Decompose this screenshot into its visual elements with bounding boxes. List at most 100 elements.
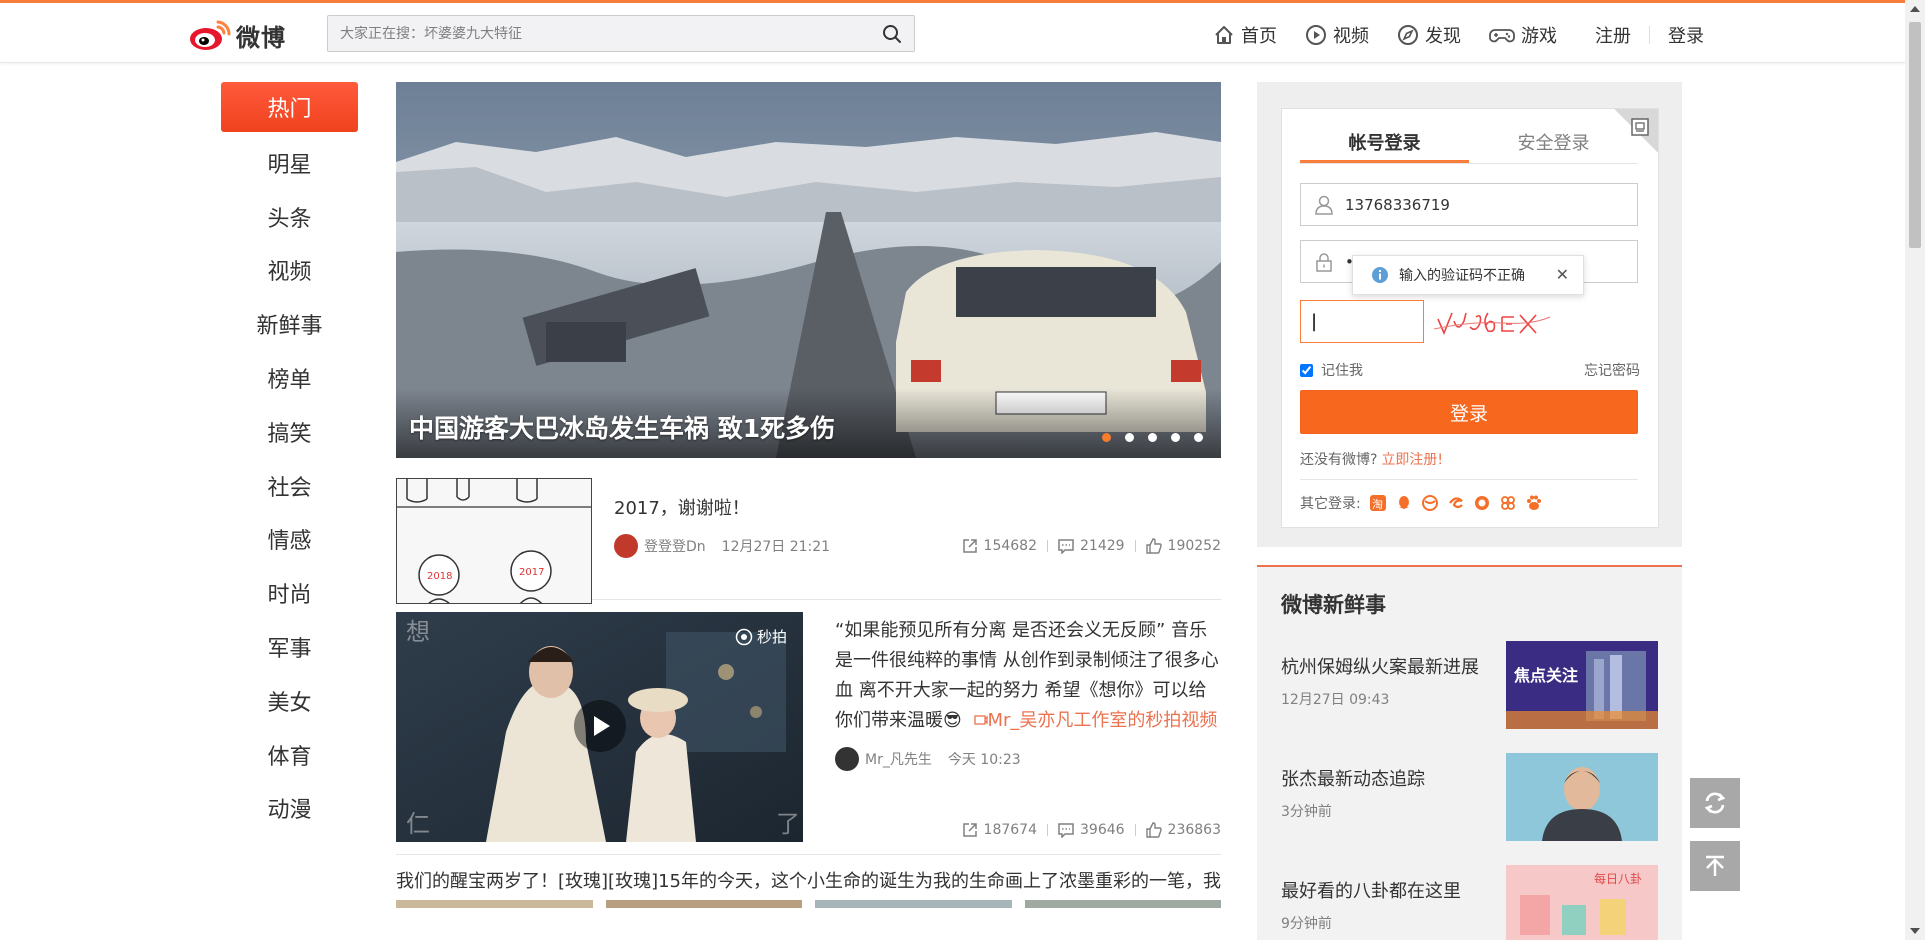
tianyi-icon[interactable]: [1447, 494, 1465, 512]
search-icon[interactable]: [882, 24, 902, 44]
strip-image[interactable]: [1024, 900, 1221, 908]
forgot-password-link[interactable]: 忘记密码: [1584, 360, 1640, 380]
author-name[interactable]: Mr_凡先生: [865, 749, 932, 769]
captcha-input[interactable]: [1301, 301, 1423, 342]
search-input[interactable]: [328, 16, 858, 51]
error-tooltip: 输入的验证码不正确 ✕: [1352, 255, 1584, 295]
leftnav-item-anime[interactable]: 动漫: [221, 782, 358, 836]
scroll-up-arrow[interactable]: [1910, 6, 1920, 12]
close-icon[interactable]: ✕: [1556, 265, 1569, 284]
taobao-icon[interactable]: 淘: [1369, 494, 1387, 512]
hero-title[interactable]: 中国游客大巴冰岛发生车祸 致1死多伤: [409, 409, 835, 445]
unicom-icon[interactable]: [1499, 494, 1517, 512]
register-link[interactable]: 立即注册!: [1381, 452, 1443, 468]
news-item[interactable]: 杭州保姆纵火案最新进展 12月27日 09:43 焦点关注: [1281, 633, 1658, 745]
post-time: 12月27日 21:21: [721, 539, 831, 555]
strip-image[interactable]: [396, 900, 593, 908]
video-thumbnail[interactable]: 想 仁 了 秒拍: [396, 612, 803, 842]
remember-me[interactable]: 记住我: [1300, 360, 1363, 380]
leftnav-item-hot[interactable]: 热门: [221, 82, 358, 132]
leftnav-item-society[interactable]: 社会: [221, 459, 358, 513]
leftnav-item-fashion[interactable]: 时尚: [221, 566, 358, 620]
nav-discover[interactable]: 发现: [1397, 22, 1461, 48]
compass-icon: [1398, 25, 1418, 45]
news-item-image[interactable]: 每日八卦: [1506, 865, 1658, 940]
like-stat[interactable]: 190252: [1145, 538, 1221, 554]
baidu-icon[interactable]: [1525, 494, 1543, 512]
leftnav-item-fresh[interactable]: 新鲜事: [221, 297, 358, 351]
qq-icon[interactable]: [1395, 494, 1413, 512]
card-thumbnail[interactable]: 2018 2017: [396, 478, 592, 604]
video-link[interactable]: Mr_吴亦凡工作室的秒拍视频: [973, 710, 1217, 731]
carousel-dot[interactable]: [1194, 433, 1203, 442]
carousel-dot[interactable]: [1148, 433, 1157, 442]
leftnav-item-headlines[interactable]: 头条: [221, 190, 358, 244]
stat-separator: [1047, 824, 1048, 836]
tab-secure-login[interactable]: 安全登录: [1469, 129, 1638, 163]
leftnav-item-ranking[interactable]: 榜单: [221, 351, 358, 405]
weibo-eye-icon: [190, 20, 231, 50]
leftnav-item-beauty[interactable]: 美女: [221, 674, 358, 728]
carousel-dots: [1088, 433, 1203, 442]
repost-stat[interactable]: 187674: [962, 822, 1037, 838]
thumbs-up-icon: [1145, 822, 1162, 838]
strip-image[interactable]: [815, 900, 1012, 908]
login-button[interactable]: 登录: [1300, 390, 1638, 434]
avatar[interactable]: [835, 747, 859, 771]
page-scrollbar[interactable]: [1905, 0, 1925, 940]
focus-banner-image: 焦点关注: [1506, 641, 1658, 729]
comment-stat[interactable]: 21429: [1058, 538, 1125, 554]
refresh-button[interactable]: [1690, 778, 1740, 828]
leftnav-item-emotion[interactable]: 情感: [221, 513, 358, 567]
leftnav-item-sports[interactable]: 体育: [221, 728, 358, 782]
tab-account-login[interactable]: 帐号登录: [1300, 129, 1469, 163]
news-item-title[interactable]: 最好看的八卦都在这里: [1281, 877, 1461, 903]
like-count: 236863: [1167, 822, 1221, 838]
scroll-thumb[interactable]: [1909, 22, 1921, 248]
avatar[interactable]: [614, 534, 638, 558]
play-button[interactable]: [574, 700, 626, 752]
leftnav-item-funny[interactable]: 搞笑: [221, 405, 358, 459]
author-name[interactable]: 登登登Dn: [644, 536, 706, 556]
360-icon[interactable]: [1421, 494, 1439, 512]
nav-separator: [1649, 26, 1650, 44]
weibo-logo[interactable]: 微博: [188, 15, 298, 55]
captcha-image[interactable]: [1432, 299, 1552, 345]
error-tip-text: 输入的验证码不正确: [1399, 268, 1525, 284]
svg-text:2018: 2018: [427, 571, 452, 582]
leftnav-item-video[interactable]: 视频: [221, 244, 358, 298]
carousel-dot[interactable]: [1171, 433, 1180, 442]
china-mobile-icon[interactable]: [1473, 494, 1491, 512]
leftnav-item-stars[interactable]: 明星: [221, 136, 358, 190]
carousel-dot[interactable]: [1102, 433, 1111, 442]
news-badge-text: 焦点关注: [1513, 666, 1578, 685]
nav-register-link[interactable]: 注册: [1595, 22, 1631, 48]
remember-checkbox[interactable]: [1300, 363, 1313, 377]
news-item-image[interactable]: [1506, 753, 1658, 841]
play-icon: [594, 716, 610, 736]
hero-carousel[interactable]: 中国游客大巴冰岛发生车祸 致1死多伤: [396, 82, 1221, 458]
scroll-down-arrow[interactable]: [1910, 928, 1920, 934]
nav-home[interactable]: 首页: [1213, 22, 1277, 48]
nav-video[interactable]: 视频: [1305, 22, 1369, 48]
news-item[interactable]: 最好看的八卦都在这里 9分钟前 每日八卦: [1281, 857, 1658, 940]
news-item-image[interactable]: 焦点关注: [1506, 641, 1658, 729]
comment-stat[interactable]: 39646: [1058, 822, 1125, 838]
username-input[interactable]: [1345, 184, 1625, 225]
like-stat[interactable]: 236863: [1145, 822, 1221, 838]
news-item-title[interactable]: 杭州保姆纵火案最新进展: [1281, 653, 1479, 679]
strip-image[interactable]: [605, 900, 802, 908]
leftnav-item-military[interactable]: 军事: [221, 620, 358, 674]
back-to-top-button[interactable]: [1690, 841, 1740, 891]
news-panel-title: 微博新鲜事: [1281, 593, 1386, 617]
nav-game[interactable]: 游戏: [1489, 22, 1557, 48]
svg-text:想: 想: [406, 618, 430, 646]
news-item[interactable]: 张杰最新动态追踪 3分钟前: [1281, 745, 1658, 857]
card-text[interactable]: 2017，谢谢啦！: [614, 494, 750, 524]
news-item-title[interactable]: 张杰最新动态追踪: [1281, 765, 1425, 791]
carousel-dot[interactable]: [1125, 433, 1134, 442]
nav-login-link[interactable]: 登录: [1668, 22, 1704, 48]
card-text[interactable]: 我们的醒宝两岁了！[玫瑰][玫瑰]15年的今天，这个小生命的诞生为我的生命画上了…: [396, 867, 1221, 897]
camera-icon: [735, 628, 753, 645]
repost-stat[interactable]: 154682: [962, 538, 1037, 554]
